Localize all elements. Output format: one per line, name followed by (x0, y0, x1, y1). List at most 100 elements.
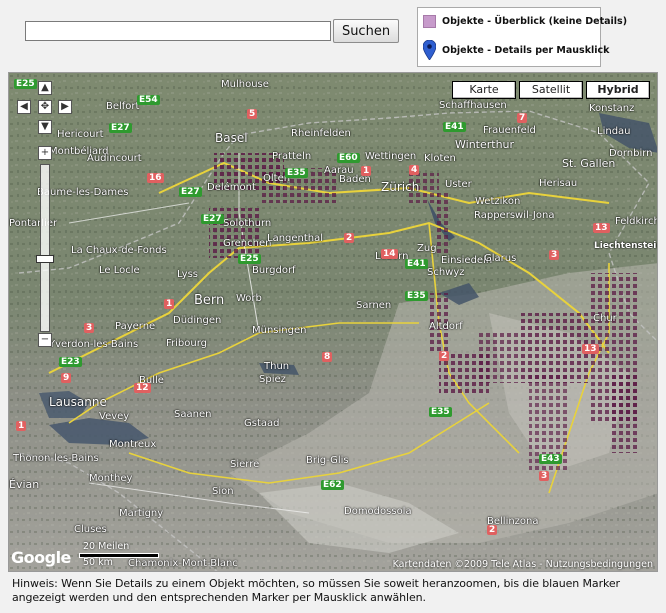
place-label: Altdorf (429, 321, 463, 332)
legend-details-label: Objekte - Details per Mausklick (442, 44, 610, 56)
place-label: Dornbirn (609, 148, 653, 159)
place-label: Kloten (424, 153, 456, 164)
place-label: Sarnen (356, 300, 392, 311)
place-label: Uster (445, 179, 472, 190)
place-label: Baume-les-Dames (37, 187, 129, 198)
road-badge: 1 (361, 166, 372, 176)
overview-swatch-icon (423, 15, 436, 28)
road-badge: 8 (322, 352, 333, 362)
map-type-satellit-button[interactable]: Satellit (519, 81, 583, 99)
place-label: Gstaad (244, 418, 280, 429)
place-label: Solothurn (223, 218, 272, 229)
place-label: Lyss (177, 269, 198, 280)
road-badge: 13 (593, 223, 610, 233)
place-label: Rapperswil-Jona (474, 210, 555, 221)
zoom-slider[interactable] (40, 164, 50, 332)
search-input[interactable] (25, 21, 331, 41)
place-label: Grenchen (223, 238, 272, 249)
place-label: Belfort (106, 101, 140, 112)
place-label: Domodossola (344, 506, 412, 517)
road-badge: E23 (59, 357, 82, 367)
place-label: Worb (236, 293, 262, 304)
map-attribution[interactable]: Kartendaten ©2009 Tele Atlas - Nutzungsb… (393, 559, 653, 570)
legend: Objekte - Überblick (keine Details) Obje… (417, 7, 627, 67)
place-label: Feldkirch (615, 216, 658, 227)
place-label: Glarus (484, 253, 517, 264)
place-label: Sion (212, 486, 234, 497)
road-badge: E60 (337, 153, 360, 163)
road-badge: E25 (238, 254, 261, 264)
place-label: Vevey (99, 411, 130, 422)
road-badge: E35 (429, 407, 452, 417)
road-badge: 7 (517, 113, 528, 123)
legend-row-overview: Objekte - Überblick (keine Details) (423, 15, 627, 28)
road-badge: 1 (164, 299, 175, 309)
place-label: Rheinfelden (291, 128, 351, 139)
road-badge: 1 (16, 421, 27, 431)
place-label: Langenthal (267, 233, 324, 244)
place-label: Bern (194, 293, 225, 308)
place-label: Schaffhausen (439, 100, 507, 111)
road-badge: E35 (285, 168, 308, 178)
road-badge: E43 (539, 454, 562, 464)
road-badge: E41 (405, 259, 428, 269)
road-badge: 4 (409, 165, 420, 175)
legend-overview-label: Objekte - Überblick (keine Details) (442, 16, 628, 27)
road-badge: 2 (487, 525, 498, 535)
map-type-hybrid-button[interactable]: Hybrid (586, 81, 650, 99)
road-badge: E25 (14, 79, 37, 89)
google-logo[interactable]: Google (11, 548, 71, 567)
road-badge: 14 (381, 249, 398, 259)
place-label: Pratteln (272, 151, 312, 162)
road-badge: 16 (147, 173, 164, 183)
road-badge: 2 (344, 233, 355, 243)
place-label: Wettingen (365, 151, 417, 162)
place-label: St. Gallen (562, 157, 616, 170)
place-label: Frauenfeld (483, 125, 536, 136)
road-badge: E35 (405, 291, 428, 301)
map[interactable]: Mulhouse Belfort Basel Schaffhausen Kons… (8, 72, 658, 572)
place-label: Chur (593, 313, 617, 324)
arrow-right-icon[interactable]: ▶ (58, 100, 72, 114)
road-badge: 3 (549, 250, 560, 260)
place-label: Konstanz (589, 103, 635, 114)
search-button[interactable]: Suchen (333, 19, 399, 43)
arrow-up-icon[interactable]: ▲ (38, 81, 52, 95)
place-label: Winterthur (455, 138, 515, 151)
place-label: Martigny (119, 508, 164, 519)
place-label: Lausanne (49, 395, 107, 409)
place-label: Wetzikon (475, 196, 521, 207)
place-label: Mulhouse (221, 79, 269, 90)
place-label: Fribourg (166, 338, 208, 349)
blue-pin-icon (423, 40, 436, 60)
place-label: Thonon-les-Bains (13, 453, 99, 464)
road-badge: E41 (443, 122, 466, 132)
legend-row-details: Objekte - Details per Mausklick (423, 40, 610, 60)
zoom-slider-thumb[interactable] (36, 255, 54, 263)
road-badge: E27 (179, 187, 202, 197)
zoom-out-button[interactable]: − (38, 333, 52, 347)
road-badge: 9 (61, 373, 72, 383)
place-label: Basel (215, 131, 248, 145)
place-label: Yverdon-les-Bains (49, 339, 139, 350)
road-badge: E62 (321, 480, 344, 490)
arrow-down-icon[interactable]: ▼ (38, 120, 52, 134)
center-icon[interactable]: ✥ (38, 100, 52, 114)
place-label: Thun (264, 361, 290, 372)
place-label: La Chaux-de-Fonds (71, 245, 167, 256)
place-label: Schwyz (427, 267, 465, 278)
zoom-in-button[interactable]: + (38, 146, 52, 160)
place-label: Payerne (115, 321, 156, 332)
road-badge: 12 (134, 383, 151, 393)
place-label: Düdingen (173, 315, 222, 326)
place-label: Montreux (109, 439, 157, 450)
place-label: Brig-Glis (306, 455, 349, 466)
place-label: Cluses (74, 524, 107, 535)
place-label: Saanen (174, 409, 212, 420)
hint-text: Hinweis: Wenn Sie Details zu einem Objek… (12, 577, 620, 604)
place-label: Zug (417, 243, 437, 254)
map-type-karte-button[interactable]: Karte (452, 81, 516, 99)
arrow-left-icon[interactable]: ◀ (17, 100, 31, 114)
road-badge: E27 (201, 214, 224, 224)
place-label: Zürich (381, 180, 420, 194)
